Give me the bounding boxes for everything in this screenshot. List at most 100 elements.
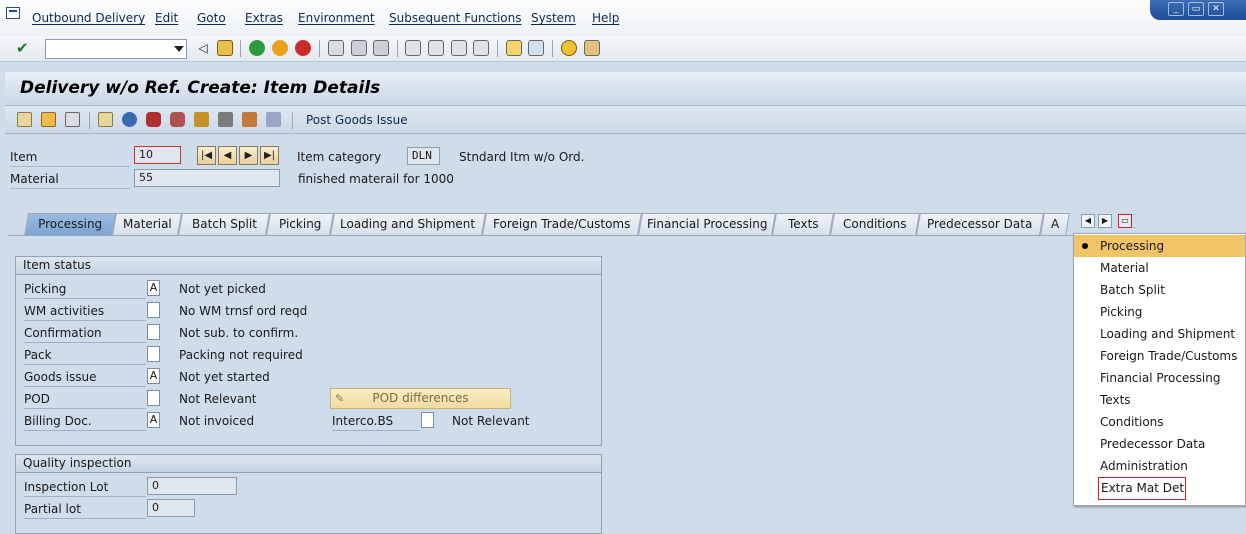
picking-label: Picking	[24, 282, 67, 296]
tab-processing[interactable]: Processing	[23, 213, 117, 236]
last-page-icon[interactable]	[473, 40, 489, 56]
edit-icon[interactable]	[17, 112, 32, 127]
find-next-icon[interactable]	[373, 40, 389, 56]
dropdown-item-conditions[interactable]: Conditions	[1074, 411, 1245, 433]
print-icon[interactable]	[328, 40, 344, 56]
help-icon[interactable]	[561, 40, 577, 56]
command-field[interactable]	[45, 39, 187, 59]
tab-material[interactable]: Material	[112, 213, 182, 235]
pack-label: Pack	[24, 348, 52, 362]
billing-doc-label: Billing Doc.	[24, 414, 92, 428]
last-item-button[interactable]: ▶|	[260, 146, 279, 165]
prev-page-icon[interactable]	[428, 40, 444, 56]
cancel-icon[interactable]	[295, 40, 311, 56]
divider	[10, 166, 130, 167]
menu-subsequent-functions[interactable]: Subsequent Functions	[389, 11, 522, 25]
minimize-icon[interactable]: _	[1168, 2, 1184, 16]
page-title: Delivery w/o Ref. Create: Item Details	[20, 78, 381, 98]
tab-predecessor-data[interactable]: Predecessor Data	[916, 213, 1044, 235]
restore-icon[interactable]: ▭	[1188, 2, 1204, 16]
dropdown-item-administration[interactable]: Administration	[1074, 455, 1245, 477]
dropdown-item-texts[interactable]: Texts	[1074, 389, 1245, 411]
separator	[240, 40, 241, 57]
shortcut-icon[interactable]	[528, 40, 544, 56]
billing-doc-status-text: Not invoiced	[179, 414, 255, 428]
display-icon[interactable]	[98, 112, 113, 127]
find-icon[interactable]	[351, 40, 367, 56]
menu-outbound-delivery[interactable]: Outbound Delivery	[32, 11, 145, 25]
picking-status-field: A	[147, 280, 160, 296]
tab-batch-split[interactable]: Batch Split	[178, 213, 270, 235]
dropdown-item-financial-processing[interactable]: Financial Processing	[1074, 367, 1245, 389]
tab-texts[interactable]: Texts	[772, 213, 834, 235]
partner-icon[interactable]	[122, 112, 137, 127]
exit-icon[interactable]	[272, 40, 288, 56]
item-field[interactable]: 10	[134, 146, 181, 164]
item-category-description: Stndard Itm w/o Ord.	[459, 150, 585, 164]
menu-edit[interactable]: Edit	[155, 11, 178, 25]
item-label: Item	[10, 150, 38, 164]
item-category-field[interactable]: DLN	[407, 147, 440, 165]
back-arrow-icon[interactable]: ◁	[195, 40, 211, 56]
enter-icon[interactable]: ✔	[16, 40, 32, 56]
layout-icon[interactable]	[584, 40, 600, 56]
tab-list-icon[interactable]: ▭	[1118, 214, 1132, 228]
quality-inspection-group: Quality inspection	[15, 454, 602, 534]
shipment-icon[interactable]	[218, 112, 233, 127]
menu-extras[interactable]: Extras	[245, 11, 283, 25]
scroll-left-icon[interactable]: ◀	[1081, 214, 1095, 228]
dropdown-item-predecessor-data[interactable]: Predecessor Data	[1074, 433, 1245, 455]
back-icon[interactable]	[249, 40, 265, 56]
details-icon[interactable]	[266, 112, 281, 127]
next-page-icon[interactable]	[451, 40, 467, 56]
save-icon[interactable]	[217, 40, 233, 56]
application-toolbar: Post Goods Issue	[5, 106, 1246, 134]
material-field[interactable]: 55	[134, 169, 280, 187]
pod-differences-button[interactable]: ✎ POD differences	[330, 388, 511, 409]
divider	[24, 518, 146, 519]
next-item-button[interactable]: ▶	[239, 146, 258, 165]
dropdown-item-loading-and-shipment[interactable]: Loading and Shipment	[1074, 323, 1245, 345]
separator	[292, 112, 293, 129]
tab-administration[interactable]: A	[1040, 213, 1070, 235]
menu-system[interactable]: System	[531, 11, 576, 25]
pack-status-field	[147, 346, 160, 362]
interco-bs-status-text: Not Relevant	[452, 414, 530, 428]
first-page-icon[interactable]	[405, 40, 421, 56]
delete-icon[interactable]	[65, 112, 80, 127]
divider	[24, 408, 146, 409]
dropdown-item-picking[interactable]: Picking	[1074, 301, 1245, 323]
dropdown-item-foreign-trade-customs[interactable]: Foreign Trade/Customs	[1074, 345, 1245, 367]
create-session-icon[interactable]	[506, 40, 522, 56]
dropdown-item-material[interactable]: Material	[1074, 257, 1245, 279]
picking-icon[interactable]	[170, 112, 185, 127]
menu-help[interactable]: Help	[592, 11, 619, 25]
prev-item-button[interactable]: ◀	[218, 146, 237, 165]
post-goods-issue-button[interactable]: Post Goods Issue	[306, 113, 408, 127]
dropdown-item-processing[interactable]: Processing	[1074, 235, 1245, 257]
batch-icon[interactable]	[146, 112, 161, 127]
tab-picking[interactable]: Picking	[266, 213, 334, 235]
tab-financial-processing[interactable]: Financial Processing	[638, 213, 776, 235]
selected-bullet-icon	[1082, 243, 1088, 249]
tab-conditions[interactable]: Conditions	[830, 213, 920, 235]
copy-icon[interactable]	[41, 112, 56, 127]
tab-list-dropdown: Processing Material Batch Split Picking …	[1073, 233, 1246, 506]
packing-icon[interactable]	[194, 112, 209, 127]
system-menu-icon[interactable]	[6, 7, 20, 19]
goods-issue-status-field: A	[147, 368, 160, 384]
scroll-right-icon[interactable]: ▶	[1098, 214, 1112, 228]
chevron-down-icon[interactable]	[174, 46, 184, 52]
confirmation-label: Confirmation	[24, 326, 102, 340]
first-item-button[interactable]: |◀	[197, 146, 216, 165]
menu-environment[interactable]: Environment	[298, 11, 375, 25]
close-icon[interactable]: ✕	[1208, 2, 1224, 16]
tab-foreign-trade-customs[interactable]: Foreign Trade/Customs	[482, 213, 642, 235]
home-icon[interactable]	[242, 112, 257, 127]
dropdown-item-extra-mat-det[interactable]: Extra Mat Det	[1098, 477, 1186, 500]
goods-issue-status-text: Not yet started	[179, 370, 270, 384]
menu-goto[interactable]: Goto	[197, 11, 226, 25]
tab-loading-and-shipment[interactable]: Loading and Shipment	[330, 213, 486, 235]
dropdown-item-batch-split[interactable]: Batch Split	[1074, 279, 1245, 301]
confirmation-status-text: Not sub. to confirm.	[179, 326, 299, 340]
